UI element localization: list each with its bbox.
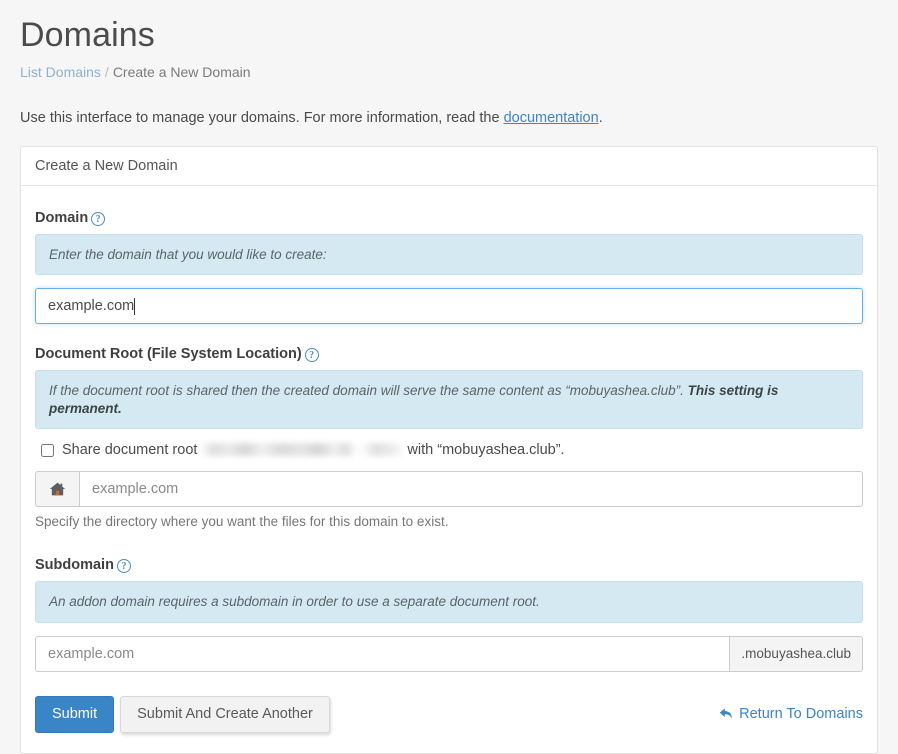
action-buttons: Submit Submit And Create Another <box>35 696 330 734</box>
documentation-link[interactable]: documentation <box>504 110 599 126</box>
domain-input-value: example.com <box>48 298 134 314</box>
question-circle-icon[interactable]: ? <box>117 559 131 573</box>
question-circle-icon[interactable]: ? <box>305 348 319 362</box>
return-to-domains-label: Return To Domains <box>739 706 863 722</box>
panel-heading: Create a New Domain <box>21 147 877 186</box>
breadcrumb-separator: / <box>101 64 113 80</box>
panel-body: Domain? Enter the domain that you would … <box>21 186 877 754</box>
document-root-info-text: If the document root is shared then the … <box>49 383 688 398</box>
share-document-root-label-prefix: Share document root <box>62 442 197 458</box>
subdomain-input[interactable] <box>35 636 730 672</box>
document-root-label: Document Root (File System Location)? <box>35 346 863 362</box>
subdomain-info-box: An addon domain requires a subdomain in … <box>35 581 863 623</box>
document-root-help-text: Specify the directory where you want the… <box>35 514 863 529</box>
reply-arrow-icon <box>719 707 734 721</box>
domain-input[interactable]: example.com <box>35 288 863 324</box>
domain-label-text: Domain <box>35 210 88 226</box>
document-root-input[interactable] <box>79 471 863 507</box>
domain-info-box: Enter the domain that you would like to … <box>35 234 863 276</box>
intro-text: Use this interface to manage your domain… <box>20 80 878 146</box>
page-title: Domains <box>20 0 878 61</box>
breadcrumb-link-list-domains[interactable]: List Domains <box>20 64 101 80</box>
document-root-label-text: Document Root (File System Location) <box>35 346 302 362</box>
text-caret <box>134 298 135 315</box>
question-circle-icon[interactable]: ? <box>91 212 105 226</box>
redacted-path-text <box>201 443 403 456</box>
return-to-domains-link[interactable]: Return To Domains <box>719 706 863 722</box>
domain-label: Domain? <box>35 210 863 226</box>
breadcrumb: List Domains/Create a New Domain <box>20 61 878 80</box>
document-root-input-group <box>35 471 863 507</box>
share-document-root-checkbox[interactable] <box>41 444 54 457</box>
submit-button[interactable]: Submit <box>35 696 114 734</box>
submit-and-create-another-button[interactable]: Submit And Create Another <box>120 696 330 734</box>
intro-suffix: . <box>599 110 603 126</box>
form-actions: Submit Submit And Create Another Return … <box>35 696 863 740</box>
home-icon <box>35 471 79 507</box>
page-container: Domains List Domains/Create a New Domain… <box>0 0 898 754</box>
share-document-root-row[interactable]: Share document root with “mobuyashea.clu… <box>41 442 863 458</box>
breadcrumb-current: Create a New Domain <box>113 64 251 80</box>
subdomain-label: Subdomain? <box>35 557 863 573</box>
intro-prefix: Use this interface to manage your domain… <box>20 110 504 126</box>
subdomain-suffix-addon: .mobuyashea.club <box>730 636 863 672</box>
document-root-info-box: If the document root is shared then the … <box>35 370 863 429</box>
share-document-root-label-suffix: with “mobuyashea.club”. <box>407 442 564 458</box>
subdomain-input-group: .mobuyashea.club <box>35 636 863 672</box>
subdomain-label-text: Subdomain <box>35 557 114 573</box>
create-domain-panel: Create a New Domain Domain? Enter the do… <box>20 146 878 754</box>
